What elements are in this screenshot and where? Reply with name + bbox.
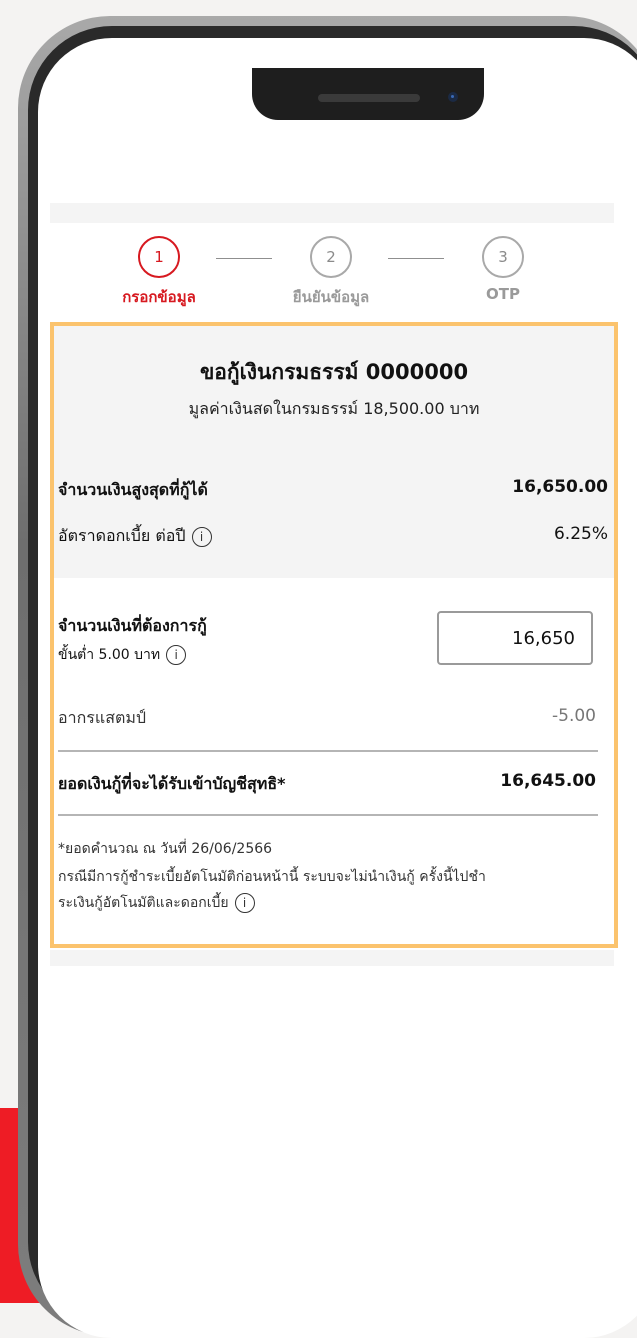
divider — [58, 814, 598, 816]
card-title: ขอกู้เงินกรมธรรม์ 0000000 — [199, 360, 469, 384]
speaker-grille — [318, 94, 420, 102]
request-min-row: ขั้นต่ำ 5.00 บาท i — [58, 644, 187, 666]
phone-screen: 1 2 3 กรอกข้อมูล ยืนยันข้อมูล OTP ขอกู้เ… — [38, 38, 637, 1338]
top-band — [50, 203, 614, 223]
interest-label: อัตราดอกเบี้ย ต่อปี — [58, 526, 186, 545]
max-loan-value: 16,650.00 — [512, 477, 608, 497]
info-icon[interactable]: i — [234, 893, 255, 913]
info-icon[interactable]: i — [191, 526, 212, 547]
request-min-label: ขั้นต่ำ 5.00 บาท — [58, 647, 161, 663]
step-2-label: ยืนยันข้อมูล — [292, 288, 370, 306]
loan-card: ขอกู้เงินกรมธรรม์ 0000000 มูลค่าเงินสดใน… — [50, 322, 618, 948]
max-loan-label: จำนวนเงินสูงสุดที่กู้ได้ — [58, 480, 208, 499]
stamp-duty-value: -5.00 — [552, 706, 596, 726]
info-icon[interactable]: i — [166, 645, 187, 665]
net-loan-label: ยอดเงินกู้ที่จะได้รับเข้าบัญชีสุทธิ* — [58, 774, 286, 793]
phone-notch — [252, 68, 484, 120]
loan-amount-input[interactable] — [437, 611, 593, 665]
net-loan-value: 16,645.00 — [500, 771, 596, 791]
camera-icon — [448, 92, 458, 102]
step-connector — [216, 258, 272, 259]
interest-value: 6.25% — [553, 524, 608, 544]
step-1-circle: 1 — [138, 236, 180, 278]
step-1-label: กรอกข้อมูล — [122, 288, 196, 306]
bottom-band — [50, 950, 614, 966]
request-label: จำนวนเงินที่ต้องการกู้ — [58, 616, 207, 635]
auto-payment-note-cont: ระเงินกู้อัตโนมัติและดอกเบี้ย i — [58, 892, 255, 914]
card-subtitle: มูลค่าเงินสดในกรมธรรม์ 18,500.00 บาท — [188, 399, 480, 418]
step-3-circle: 3 — [482, 236, 524, 278]
stamp-duty-label: อากรแสตมป์ — [58, 708, 147, 727]
step-connector — [388, 258, 444, 259]
auto-payment-note: กรณีมีการกู้ชำระเบี้ยอัตโนมัติก่อนหน้านี… — [58, 869, 486, 885]
divider — [58, 750, 598, 752]
progress-stepper: 1 2 3 กรอกข้อมูล ยืนยันข้อมูล OTP — [38, 235, 637, 310]
interest-row: อัตราดอกเบี้ย ต่อปี i — [58, 524, 212, 549]
step-2-circle: 2 — [310, 236, 352, 278]
step-3-label: OTP — [486, 285, 520, 303]
calc-date-note: *ยอดคำนวณ ณ วันที่ 26/06/2566 — [58, 841, 273, 857]
